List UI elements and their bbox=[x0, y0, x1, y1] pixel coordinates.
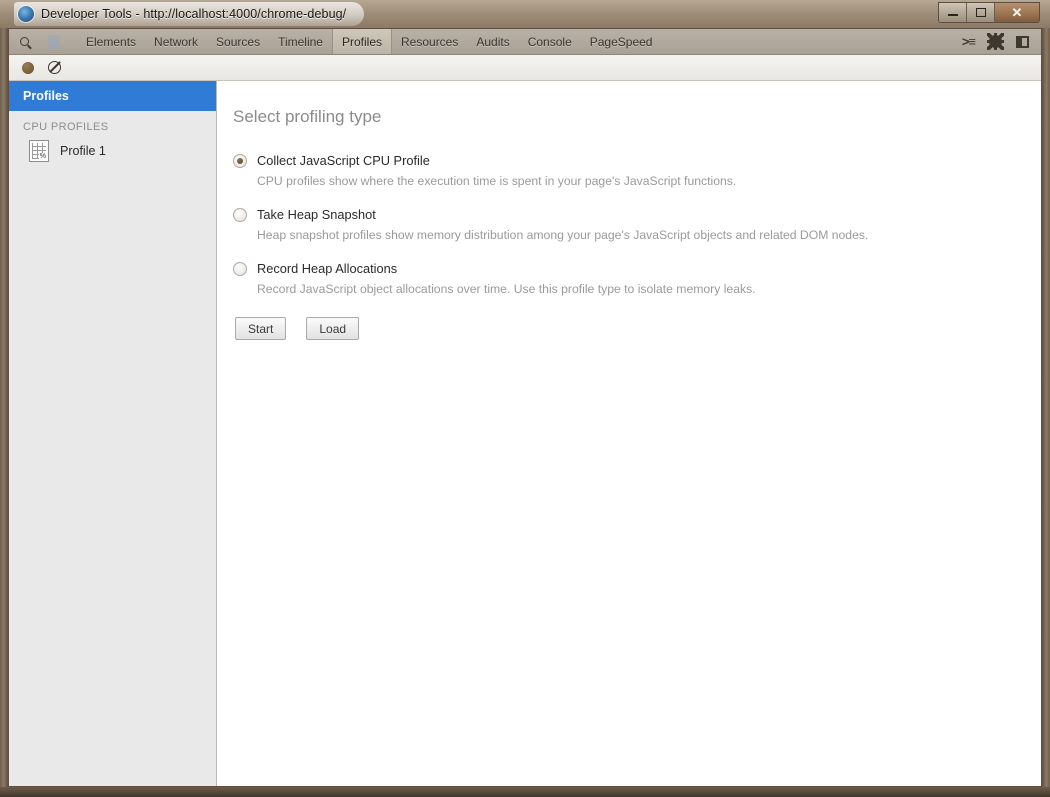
window-controls[interactable]: ✕ bbox=[938, 2, 1040, 23]
radio-record-heap-allocations[interactable] bbox=[233, 261, 247, 276]
chrome-devtools-icon bbox=[18, 6, 34, 22]
devtools-tabbar: Elements Network Sources Timeline Profil… bbox=[9, 29, 1041, 55]
tab-pagespeed[interactable]: PageSpeed bbox=[581, 29, 662, 54]
tab-list: Elements Network Sources Timeline Profil… bbox=[77, 29, 661, 54]
tab-sources[interactable]: Sources bbox=[207, 29, 269, 54]
option-label: Collect JavaScript CPU Profile bbox=[257, 153, 430, 168]
sidebar-item-label: Profile 1 bbox=[60, 144, 106, 158]
profiles-sidebar: Profiles CPU PROFILES % Profile 1 bbox=[9, 81, 217, 786]
tabbar-actions: >≡ bbox=[962, 29, 1041, 54]
option-description: Record JavaScript object allocations ove… bbox=[257, 282, 756, 296]
radio-take-heap-snapshot[interactable] bbox=[233, 207, 247, 222]
maximize-icon bbox=[975, 8, 986, 17]
window-border-left bbox=[0, 0, 8, 797]
tab-network[interactable]: Network bbox=[145, 29, 207, 54]
sidebar-section-cpu-profiles: CPU PROFILES bbox=[23, 121, 109, 133]
option-record-heap-allocations[interactable]: Record Heap Allocations Record JavaScrip… bbox=[233, 261, 1041, 296]
option-label: Take Heap Snapshot bbox=[257, 207, 376, 222]
action-buttons: Start Load bbox=[233, 317, 1041, 340]
tab-console[interactable]: Console bbox=[519, 29, 581, 54]
console-drawer-icon[interactable]: >≡ bbox=[962, 34, 976, 49]
tab-timeline[interactable]: Timeline bbox=[269, 29, 332, 54]
tab-elements[interactable]: Elements bbox=[77, 29, 145, 54]
window-border-right bbox=[1042, 0, 1050, 797]
record-button[interactable] bbox=[22, 61, 34, 74]
panel-body: Profiles CPU PROFILES % Profile 1 Select… bbox=[9, 81, 1041, 786]
start-button[interactable]: Start bbox=[235, 317, 287, 340]
profiling-type-panel: Select profiling type Collect JavaScript… bbox=[217, 81, 1041, 786]
tab-resources[interactable]: Resources bbox=[392, 29, 467, 54]
page-title: Select profiling type bbox=[233, 107, 382, 126]
sidebar-item-profile-1[interactable]: % Profile 1 bbox=[9, 137, 216, 165]
cpu-profile-icon-badge: % bbox=[38, 153, 47, 161]
option-label: Record Heap Allocations bbox=[257, 261, 398, 276]
option-description: Heap snapshot profiles show memory distr… bbox=[257, 228, 869, 242]
option-description: CPU profiles show where the execution ti… bbox=[257, 174, 737, 188]
cpu-profile-icon: % bbox=[29, 140, 49, 162]
dock-panel-icon[interactable] bbox=[1016, 35, 1029, 48]
window-frame: Developer Tools - http://localhost:4000/… bbox=[0, 0, 1050, 797]
window-title: Developer Tools - http://localhost:4000/… bbox=[41, 7, 347, 21]
profiles-toolbar bbox=[9, 55, 1041, 81]
option-collect-js-cpu-profile[interactable]: Collect JavaScript CPU Profile CPU profi… bbox=[233, 153, 1041, 188]
devtools-panel: Elements Network Sources Timeline Profil… bbox=[8, 28, 1042, 787]
gear-icon[interactable] bbox=[987, 33, 1004, 50]
maximize-button[interactable] bbox=[967, 3, 995, 22]
close-button[interactable]: ✕ bbox=[995, 3, 1039, 22]
tab-profiles[interactable]: Profiles bbox=[331, 29, 392, 54]
title-bar[interactable]: Developer Tools - http://localhost:4000/… bbox=[0, 0, 1050, 28]
minimize-icon bbox=[947, 14, 958, 16]
title-bar-caption: Developer Tools - http://localhost:4000/… bbox=[14, 2, 365, 26]
clear-profiles-button[interactable] bbox=[48, 61, 61, 74]
tab-audits[interactable]: Audits bbox=[467, 29, 518, 54]
profiling-type-options: Collect JavaScript CPU Profile CPU profi… bbox=[217, 153, 1041, 340]
load-button[interactable]: Load bbox=[306, 317, 360, 340]
option-take-heap-snapshot[interactable]: Take Heap Snapshot Heap snapshot profile… bbox=[233, 207, 1041, 242]
radio-collect-js-cpu-profile[interactable] bbox=[233, 153, 247, 168]
search-icon[interactable] bbox=[9, 29, 39, 54]
sidebar-header-profiles[interactable]: Profiles bbox=[9, 81, 216, 111]
inspect-element-icon[interactable] bbox=[39, 29, 69, 54]
window-border-bottom bbox=[0, 787, 1050, 797]
minimize-button[interactable] bbox=[939, 3, 967, 22]
